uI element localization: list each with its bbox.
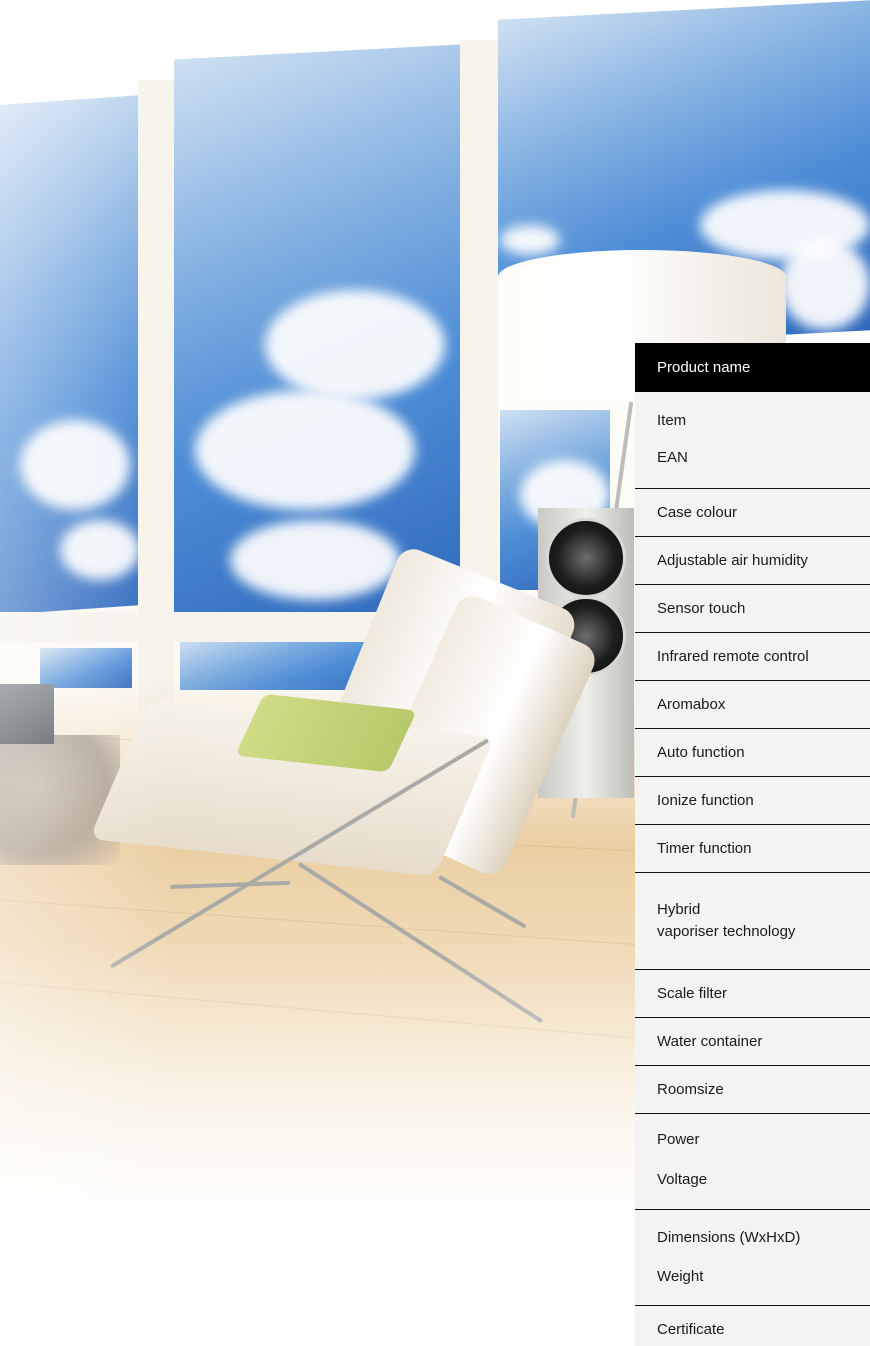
spec-row-dimensions-weight: Dimensions (WxHxD) Weight (635, 1210, 870, 1306)
spec-label: Case colour (657, 504, 738, 521)
spec-row-hybrid-vaporiser: Hybrid vaporiser technology (635, 873, 870, 970)
spec-label: Dimensions (WxHxD) (657, 1229, 801, 1246)
spec-label: Ionize function (657, 792, 754, 809)
spec-row-roomsize: Roomsize (635, 1066, 870, 1114)
spec-label: Aromabox (657, 696, 726, 713)
spec-table: Product name Item EAN Case colour Adjust… (635, 343, 870, 1346)
spec-row-power-voltage: Power Voltage (635, 1114, 870, 1210)
spec-row-infrared-remote-control: Infrared remote control (635, 633, 870, 681)
spec-label: Scale filter (657, 985, 728, 1002)
spec-row-auto-function: Auto function (635, 729, 870, 777)
spec-label: Adjustable air humidity (657, 552, 808, 569)
spec-row-aromabox: Aromabox (635, 681, 870, 729)
spec-row-water-container: Water container (635, 1018, 870, 1066)
spec-row-ionize-function: Ionize function (635, 777, 870, 825)
spec-label: EAN (657, 449, 688, 466)
spec-table-header: Product name (635, 343, 870, 392)
spec-label: Voltage (657, 1171, 708, 1188)
spec-row-adjustable-air-humidity: Adjustable air humidity (635, 537, 870, 585)
spec-label: Hybrid (657, 901, 701, 918)
spec-row-scale-filter: Scale filter (635, 970, 870, 1018)
spec-row-sensor-touch: Sensor touch (635, 585, 870, 633)
spec-label: Certificate (657, 1321, 725, 1338)
spec-row-certificate: Certificate (635, 1306, 870, 1346)
spec-label: Weight (657, 1268, 704, 1285)
spec-row-timer-function: Timer function (635, 825, 870, 873)
spec-label: Sensor touch (657, 600, 746, 617)
spec-label: Infrared remote control (657, 648, 809, 665)
spec-row-item-ean: Item EAN (635, 392, 870, 489)
spec-label: vaporiser technology (657, 923, 796, 940)
spec-label: Item (657, 412, 687, 429)
spec-label: Roomsize (657, 1081, 724, 1098)
spec-label: Timer function (657, 840, 752, 857)
spec-label: Power (657, 1131, 700, 1148)
spec-label: Water container (657, 1033, 763, 1050)
spec-row-case-colour: Case colour (635, 489, 870, 537)
spec-label: Auto function (657, 744, 745, 761)
